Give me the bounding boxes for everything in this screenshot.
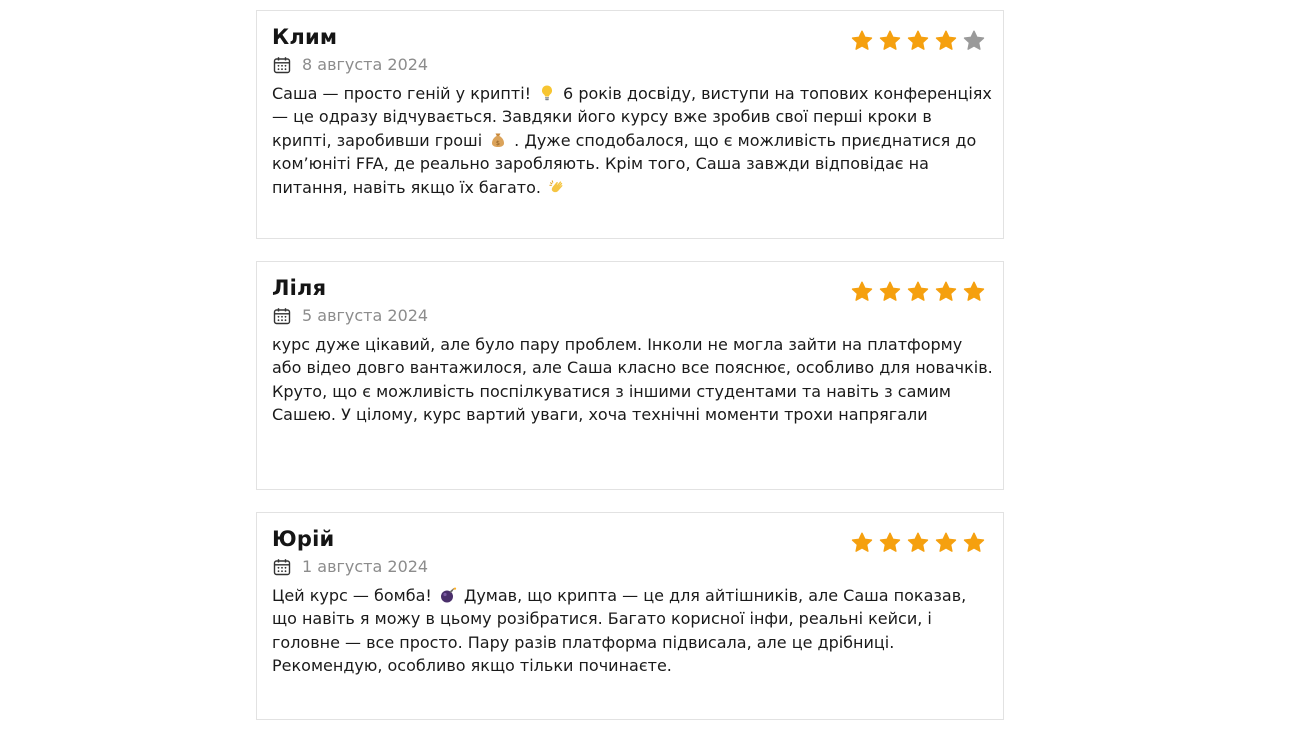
star-filled-icon xyxy=(962,531,986,555)
review-date-row: 8 августа 2024 xyxy=(272,53,428,77)
review-card: Юрій 1 августа 2024 Цей курс — бомба! Дум… xyxy=(256,512,1004,720)
review-text: Саша — просто геній у крипті! 6 років дос… xyxy=(272,82,994,199)
calendar-icon xyxy=(272,557,292,577)
review-author: Юрій xyxy=(272,527,335,551)
review-text-part: Саша — просто геній у крипті! xyxy=(272,84,532,103)
review-card: Ліля 5 августа 2024 курс дуже цікавий, а… xyxy=(256,261,1004,490)
star-filled-icon xyxy=(850,531,874,555)
star-filled-icon xyxy=(906,531,930,555)
lightbulb-emoji xyxy=(537,83,557,103)
calendar-icon xyxy=(272,306,292,326)
star-filled-icon xyxy=(878,531,902,555)
star-filled-icon xyxy=(906,29,930,53)
star-rating xyxy=(850,280,986,304)
review-author: Клим xyxy=(272,25,338,49)
star-filled-icon xyxy=(962,280,986,304)
star-empty-icon xyxy=(962,29,986,53)
star-filled-icon xyxy=(934,531,958,555)
money-bag-emoji: $ xyxy=(488,130,508,150)
review-author: Ліля xyxy=(272,276,327,300)
bomb-emoji xyxy=(438,585,458,605)
star-filled-icon xyxy=(850,29,874,53)
star-filled-icon xyxy=(934,280,958,304)
star-rating xyxy=(850,29,986,53)
review-date: 8 августа 2024 xyxy=(302,55,429,74)
star-filled-icon xyxy=(850,280,874,304)
star-filled-icon xyxy=(934,29,958,53)
star-filled-icon xyxy=(906,280,930,304)
svg-text:$: $ xyxy=(496,139,500,147)
review-date: 1 августа 2024 xyxy=(302,557,429,576)
review-text: Цей курс — бомба! Думав, що крипта — це д… xyxy=(272,584,994,678)
calendar-icon xyxy=(272,55,292,75)
review-date-row: 5 августа 2024 xyxy=(272,304,428,328)
review-text-part: Цей курс — бомба! xyxy=(272,586,432,605)
clapping-hands-emoji xyxy=(547,177,567,197)
star-filled-icon xyxy=(878,280,902,304)
review-date: 5 августа 2024 xyxy=(302,306,429,325)
review-card: Клим 8 августа 2024 Саша — просто геній … xyxy=(256,10,1004,239)
reviews-list: Клим 8 августа 2024 Саша — просто геній … xyxy=(0,0,1291,732)
review-date-row: 1 августа 2024 xyxy=(272,555,428,579)
review-text: курс дуже цікавий, але було пару проблем… xyxy=(272,335,993,425)
star-rating xyxy=(850,531,986,555)
star-filled-icon xyxy=(878,29,902,53)
